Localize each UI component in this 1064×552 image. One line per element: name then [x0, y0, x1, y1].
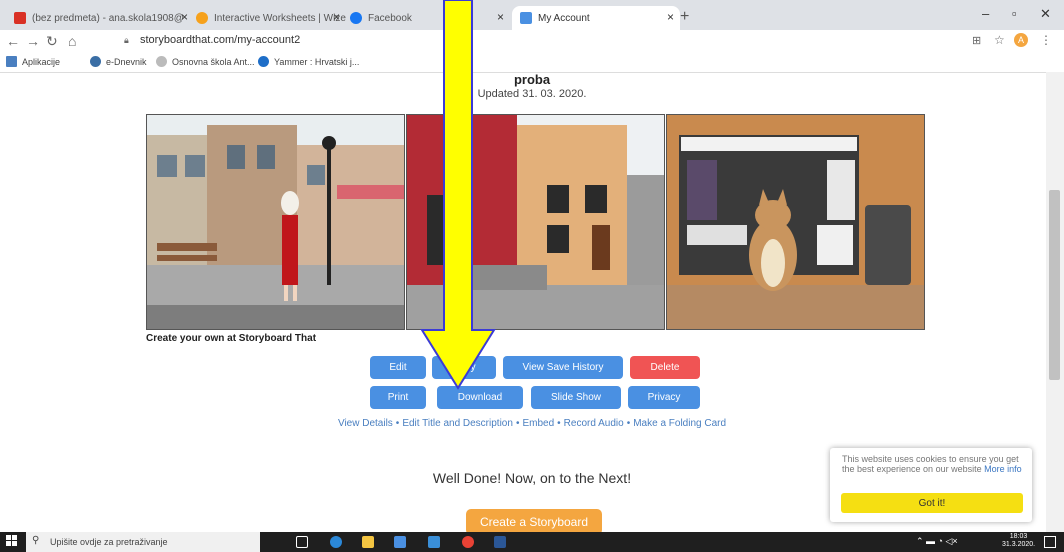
- view-details-link[interactable]: View Details: [338, 418, 393, 429]
- yammer-icon: [258, 56, 269, 67]
- bookmark-label: Osnovna škola Ant...: [172, 56, 255, 67]
- search-placeholder: Upišite ovdje za pretraživanje: [50, 537, 168, 547]
- tab-label: Facebook: [368, 12, 412, 24]
- system-tray-icons[interactable]: ⌃ ▬ ◔ ◁×: [916, 536, 958, 547]
- tab-label: (bez predmeta) - ana.skola1908@: [32, 12, 184, 24]
- view-save-history-button[interactable]: View Save History: [503, 356, 623, 379]
- more-info-link[interactable]: More info: [984, 464, 1022, 474]
- file-explorer-icon[interactable]: [362, 536, 374, 548]
- close-icon[interactable]: ×: [333, 10, 340, 24]
- bookmark-school[interactable]: Osnovna škola Ant...: [156, 56, 255, 67]
- facebook-icon: [350, 12, 362, 24]
- menu-icon[interactable]: ⋮: [1040, 33, 1052, 47]
- delete-button[interactable]: Delete: [630, 356, 700, 379]
- bookmark-e-dnevnik[interactable]: e-Dnevnik: [90, 56, 147, 67]
- search-icon: ⚲: [32, 535, 40, 546]
- folding-card-link[interactable]: Make a Folding Card: [633, 418, 726, 429]
- tab-gmail[interactable]: (bez predmeta) - ana.skola1908@ ×: [14, 6, 194, 30]
- forward-icon[interactable]: →: [26, 33, 40, 49]
- back-icon[interactable]: ←: [6, 33, 20, 49]
- bookmark-label: e-Dnevnik: [106, 56, 147, 67]
- gmail-icon: [14, 12, 26, 24]
- translate-icon[interactable]: ⊞: [972, 34, 981, 47]
- storyboard-icon: [520, 12, 532, 24]
- clock-time: 18:03: [1009, 533, 1028, 540]
- clock-date: 31.3.2020.: [1002, 541, 1036, 548]
- edit-title-link[interactable]: Edit Title and Description: [402, 418, 513, 429]
- record-audio-link[interactable]: Record Audio: [564, 418, 624, 429]
- windows-start-icon[interactable]: [6, 535, 18, 547]
- updated-date: Updated 31. 03. 2020.: [477, 88, 587, 100]
- reload-icon[interactable]: ↻: [46, 33, 58, 50]
- scrollbar-thumb[interactable]: [1049, 190, 1060, 380]
- mail-icon[interactable]: [428, 536, 440, 548]
- close-window-button[interactable]: ✕: [1040, 6, 1051, 22]
- bookmark-label: Aplikacije: [22, 56, 61, 67]
- got-it-button[interactable]: Got it!: [841, 493, 1023, 513]
- storyboard-cell-3: [666, 114, 925, 330]
- privacy-button[interactable]: Privacy: [628, 386, 700, 409]
- bookmark-yammer[interactable]: Yammer : Hrvatski j...: [258, 56, 359, 67]
- bookmark-apps[interactable]: Aplikacije: [6, 56, 60, 67]
- close-icon[interactable]: ×: [667, 10, 674, 24]
- task-view-icon[interactable]: [296, 536, 308, 548]
- taskbar-clock[interactable]: 18:03 31.3.2020.: [1002, 533, 1035, 549]
- tab-label: My Account: [538, 12, 590, 24]
- wizer-icon: [196, 12, 208, 24]
- storyboard-cell-1: [146, 114, 405, 330]
- store-icon[interactable]: [394, 536, 406, 548]
- apps-icon: [6, 56, 17, 67]
- cookie-text: This website uses cookies to ensure you …: [842, 454, 1022, 474]
- yellow-arrow-annotation: [420, 0, 496, 390]
- slide-show-button[interactable]: Slide Show: [531, 386, 621, 409]
- lock-icon: 🔒︎: [124, 35, 129, 45]
- new-tab-button[interactable]: +: [680, 8, 689, 26]
- storyboard-credit: Create your own at Storyboard That: [146, 333, 317, 344]
- chrome-icon[interactable]: [462, 536, 474, 548]
- tab-label: Interactive Worksheets | Wizer.m: [214, 12, 346, 24]
- embed-link[interactable]: Embed: [522, 418, 554, 429]
- notifications-icon[interactable]: [1044, 536, 1056, 548]
- bookmark-star-icon[interactable]: ☆: [994, 33, 1005, 47]
- tab-wizer[interactable]: Interactive Worksheets | Wizer.m ×: [196, 6, 346, 30]
- close-icon[interactable]: ×: [181, 10, 188, 24]
- url-field[interactable]: storyboardthat.com/my-account2: [140, 34, 300, 46]
- close-icon[interactable]: ×: [497, 10, 504, 24]
- storyboard-links: View Details • Edit Title and Description •…: [337, 418, 727, 429]
- page-title: proba: [513, 72, 551, 87]
- avatar[interactable]: A: [1014, 33, 1028, 47]
- tab-my-account[interactable]: My Account ×: [512, 6, 680, 30]
- edu-icon: [90, 56, 101, 67]
- school-icon: [156, 56, 167, 67]
- bookmark-label: Yammer : Hrvatski j...: [274, 56, 360, 67]
- word-icon[interactable]: [494, 536, 506, 548]
- home-icon[interactable]: ⌂: [68, 33, 76, 49]
- maximize-button[interactable]: ▫: [1012, 6, 1017, 21]
- minimize-button[interactable]: –: [982, 6, 989, 21]
- edge-icon[interactable]: [330, 536, 342, 548]
